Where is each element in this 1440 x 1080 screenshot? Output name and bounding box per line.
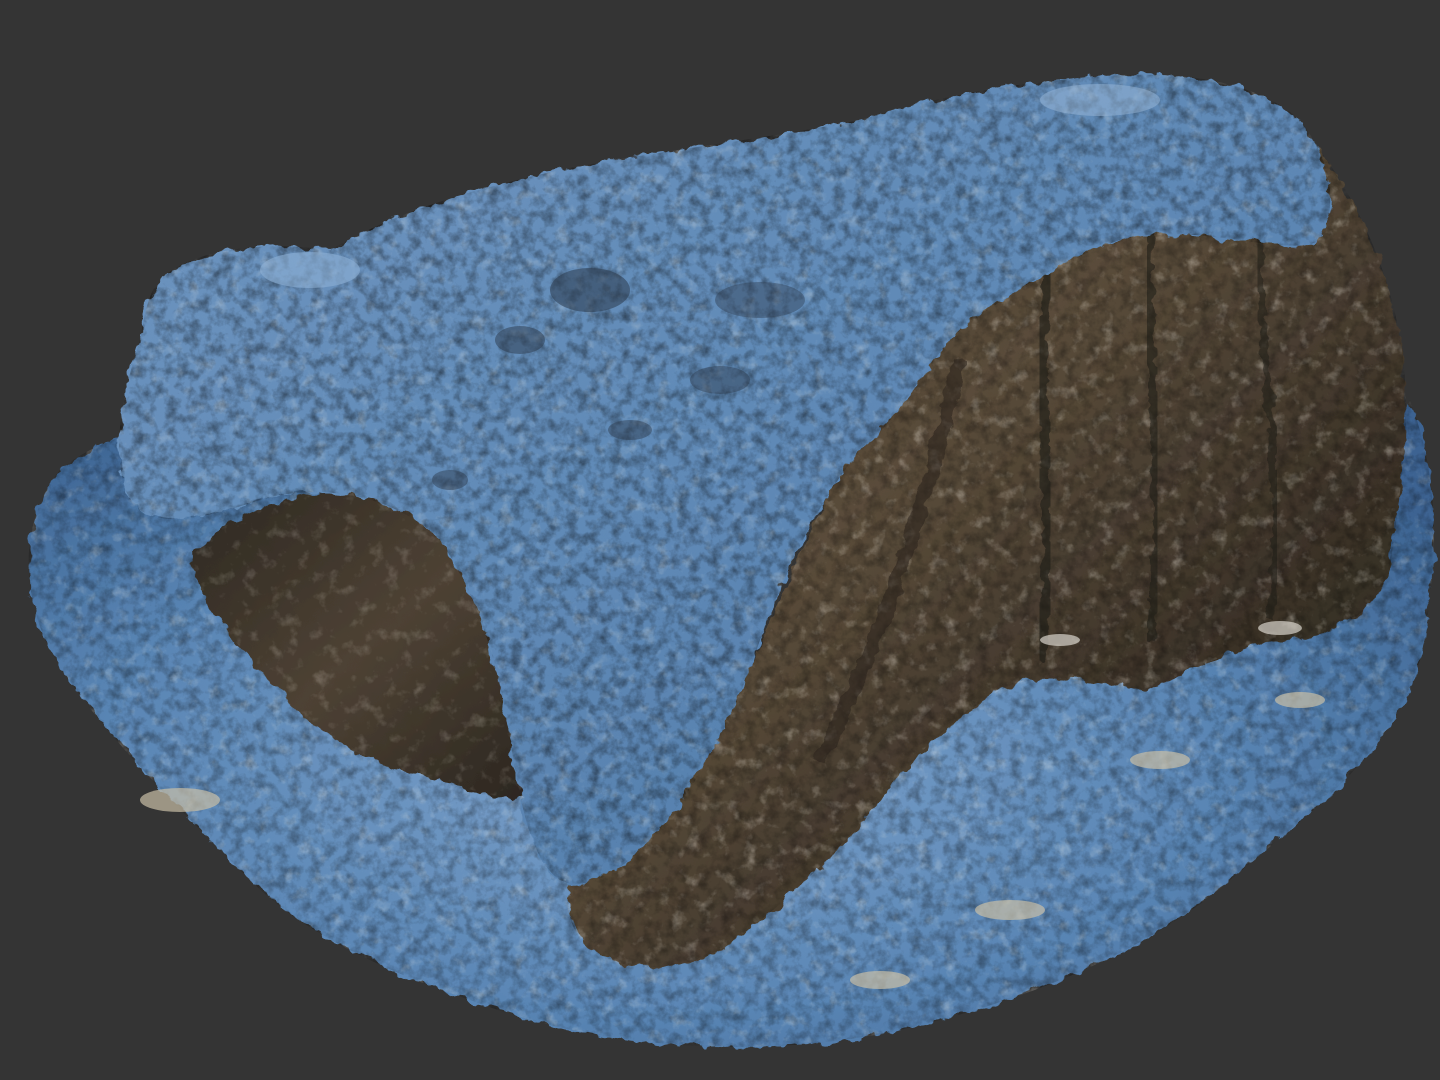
3d-viewport[interactable] <box>0 0 1440 1080</box>
rock-model-render[interactable] <box>0 0 1440 1080</box>
